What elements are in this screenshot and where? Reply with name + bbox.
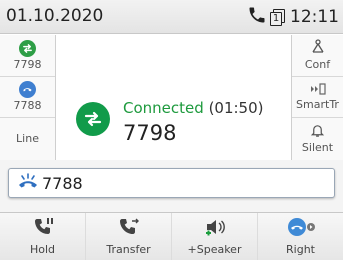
right-softkey[interactable]: Right bbox=[258, 213, 343, 260]
line-key-label: 7798 bbox=[13, 57, 42, 71]
line-key-line[interactable]: Line bbox=[0, 118, 55, 160]
smart-transfer-key[interactable]: SmartTr bbox=[292, 77, 343, 119]
left-line-keys: 7798 7788 Line bbox=[0, 35, 56, 160]
conference-icon bbox=[310, 39, 326, 58]
status-indicators: 1 12:11 bbox=[247, 5, 339, 29]
conf-key-label: Conf bbox=[304, 58, 331, 72]
transfer-arrows-icon bbox=[76, 102, 110, 136]
call-display: Connected (01:50) 7798 bbox=[57, 35, 291, 160]
call-active-icon bbox=[19, 39, 36, 57]
hold-label: Hold bbox=[29, 243, 56, 256]
silent-key[interactable]: Silent bbox=[292, 118, 343, 160]
speaker-softkey[interactable]: +Speaker bbox=[172, 213, 258, 260]
call-held-icon bbox=[19, 81, 36, 99]
transfer-softkey[interactable]: Transfer bbox=[86, 213, 172, 260]
incoming-call-number: 7788 bbox=[42, 173, 83, 193]
incoming-call-bar[interactable]: 7788 bbox=[8, 168, 335, 198]
smart-transfer-icon bbox=[309, 83, 327, 98]
ringing-phone-icon bbox=[17, 172, 39, 194]
right-call-icon bbox=[286, 216, 316, 243]
line-key-label: Line bbox=[16, 132, 39, 146]
line-key-7798[interactable]: 7798 bbox=[0, 35, 55, 77]
silent-key-label: Silent bbox=[301, 141, 334, 155]
softkey-bar: Hold Transfer +Speaker Right bbox=[0, 212, 343, 260]
status-bar: 01.10.2020 1 12:11 bbox=[0, 0, 343, 34]
right-function-keys: Conf SmartTr Silent bbox=[291, 35, 343, 160]
line-key-7788[interactable]: 7788 bbox=[0, 77, 55, 119]
line-indicator-icon: 1 bbox=[270, 8, 285, 26]
transfer-phone-icon bbox=[117, 216, 141, 243]
line-indicator-number: 1 bbox=[270, 11, 282, 26]
status-date: 01.10.2020 bbox=[6, 6, 104, 26]
call-status: Connected (01:50) bbox=[123, 99, 264, 117]
hold-phone-icon bbox=[32, 216, 54, 243]
status-time: 12:11 bbox=[290, 7, 339, 27]
speaker-icon bbox=[203, 216, 227, 243]
line-key-label: 7788 bbox=[13, 99, 42, 113]
right-label: Right bbox=[286, 243, 315, 256]
phone-icon bbox=[247, 5, 267, 29]
call-status-text: Connected bbox=[123, 99, 204, 117]
call-number: 7798 bbox=[123, 121, 177, 145]
bell-icon bbox=[310, 123, 325, 141]
call-duration: (01:50) bbox=[208, 99, 264, 117]
transfer-label: Transfer bbox=[106, 243, 151, 256]
hold-softkey[interactable]: Hold bbox=[0, 213, 86, 260]
speaker-label: +Speaker bbox=[187, 243, 242, 256]
conf-key[interactable]: Conf bbox=[292, 35, 343, 77]
smart-transfer-label: SmartTr bbox=[296, 97, 339, 111]
